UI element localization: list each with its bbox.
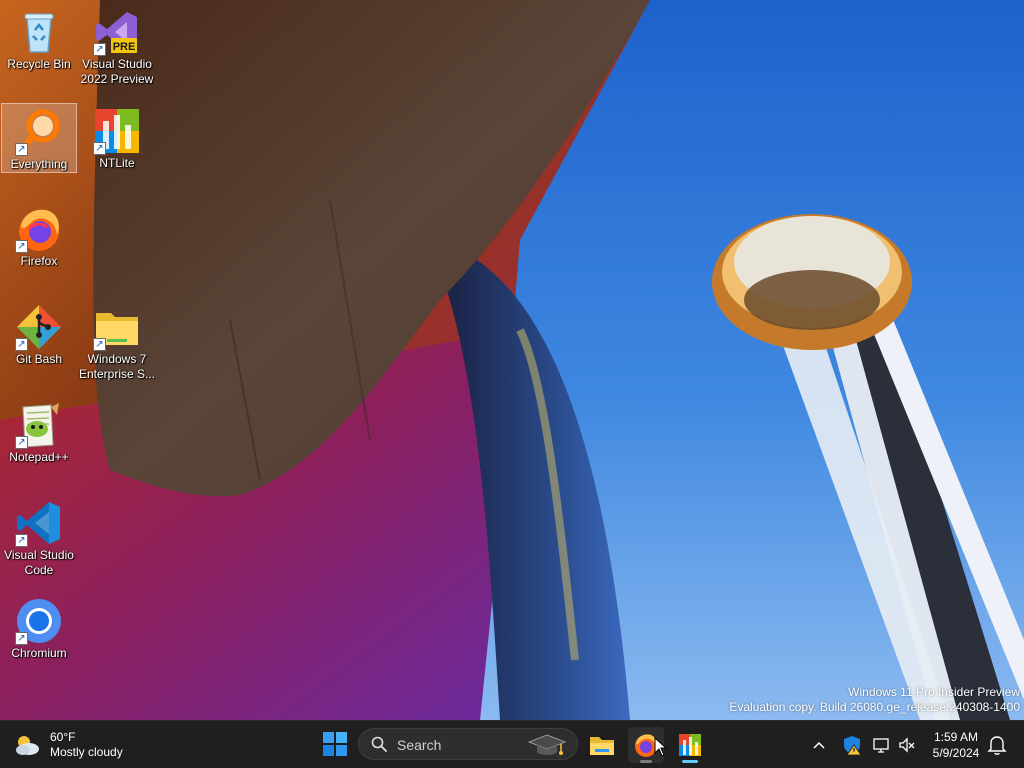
watermark-line1: Windows 11 Pro Insider Preview (848, 685, 1020, 699)
desktop-icon-firefox[interactable]: ↗ Firefox (1, 201, 77, 271)
graduation-cap-icon (527, 734, 567, 755)
visual-studio-icon: PRE ↗ (93, 8, 141, 56)
desktop-icon-chromium[interactable]: ↗ Chromium (1, 593, 77, 663)
shortcut-arrow-icon: ↗ (15, 240, 28, 253)
running-indicator (640, 760, 652, 763)
icon-label: Git Bash (15, 352, 63, 366)
desktop-icon-everything[interactable]: ↗ Everything (1, 103, 77, 173)
desktop-icon-recycle-bin[interactable]: Recycle Bin (1, 4, 77, 74)
desktop-icon-visual-studio-code[interactable]: ↗ Visual Studio Code (1, 495, 77, 581)
icon-label-line2: 2022 Preview (80, 72, 154, 86)
notifications-button[interactable] (986, 733, 1008, 757)
show-hidden-icons-button[interactable] (806, 733, 832, 757)
icon-label-line2: Enterprise S... (78, 367, 156, 381)
taskbar-clock[interactable]: 1:59 AM 5/9/2024 (926, 729, 986, 761)
desktop-icon-ntlite[interactable]: ↗ NTLite (79, 103, 155, 173)
icon-label: Chromium (11, 646, 67, 660)
shortcut-arrow-icon: ↗ (15, 534, 28, 547)
notification-bell-icon (987, 736, 1007, 755)
speaker-muted-icon (899, 737, 915, 753)
icon-label: Everything (10, 157, 68, 171)
network-volume-tray-button[interactable] (870, 733, 920, 757)
taskbar-search-box[interactable]: Search (358, 728, 578, 760)
ntlite-icon (679, 734, 701, 756)
search-placeholder: Search (397, 737, 442, 753)
everything-search-icon: ↗ (15, 108, 63, 156)
clock-time: 1:59 AM (933, 730, 979, 744)
icon-label: Firefox (20, 254, 58, 268)
file-explorer-icon (590, 737, 614, 755)
security-shield-warning-icon (844, 736, 862, 756)
cloudy-weather-icon (16, 736, 39, 755)
icon-label: NTLite (99, 156, 135, 170)
icon-label-line1: Visual Studio (82, 57, 152, 71)
icon-label-line2: Code (24, 563, 54, 577)
shortcut-arrow-icon: ↗ (93, 338, 106, 351)
icon-label: Notepad++ (9, 450, 69, 464)
network-monitor-icon (873, 738, 889, 753)
ntlite-icon: ↗ (93, 107, 141, 155)
icon-label: Recycle Bin (7, 57, 71, 71)
windows-logo-icon (323, 732, 347, 756)
notepad-plus-plus-icon: ↗ (15, 401, 63, 449)
shortcut-arrow-icon: ↗ (15, 338, 28, 351)
clock-date: 5/9/2024 (932, 746, 980, 760)
running-indicator (682, 760, 698, 763)
icon-label-line1: Visual Studio (4, 548, 74, 562)
desktop[interactable]: Recycle Bin PRE ↗ Visual Studio 2022 Pre… (0, 0, 1024, 720)
recycle-bin-icon (15, 8, 63, 56)
weather-condition: Mostly cloudy (50, 745, 123, 759)
shortcut-arrow-icon: ↗ (15, 436, 28, 449)
taskbar-app-file-explorer[interactable] (584, 727, 620, 763)
search-icon (371, 736, 387, 752)
start-button[interactable] (318, 727, 352, 761)
evaluation-watermark: Windows 11 Pro Insider Preview Evaluatio… (729, 685, 1020, 715)
folder-icon: ↗ (93, 303, 141, 351)
firefox-icon: ↗ (15, 205, 63, 253)
weather-widget[interactable]: 60°F Mostly cloudy (12, 727, 142, 763)
pre-badge: PRE (113, 41, 136, 53)
desktop-icon-git-bash[interactable]: ↗ Git Bash (1, 299, 77, 369)
desktop-icon-windows-7-enterprise[interactable]: ↗ Windows 7 Enterprise S... (79, 299, 155, 385)
chromium-icon: ↗ (15, 597, 63, 645)
taskbar-app-ntlite[interactable] (672, 727, 708, 763)
windows-security-tray-button[interactable] (840, 733, 864, 757)
watermark-line2: Evaluation copy. Build 26080.ge_release.… (729, 700, 1020, 714)
shortcut-arrow-icon: ↗ (15, 632, 28, 645)
shortcut-arrow-icon: ↗ (93, 142, 106, 155)
icon-label-line1: Windows 7 (87, 352, 147, 366)
desktop-icon-visual-studio-2022-preview[interactable]: PRE ↗ Visual Studio 2022 Preview (79, 4, 155, 90)
weather-temperature: 60°F (50, 730, 76, 744)
mouse-cursor-icon (654, 737, 668, 757)
vscode-icon: ↗ (15, 499, 63, 547)
shortcut-arrow-icon: ↗ (93, 43, 106, 56)
shortcut-arrow-icon: ↗ (15, 143, 28, 156)
desktop-icon-notepad-plus-plus[interactable]: ↗ Notepad++ (1, 397, 77, 467)
taskbar: 60°F Mostly cloudy Search 1:59 AM 5/9/20… (0, 720, 1024, 768)
chevron-up-icon (813, 741, 825, 749)
git-bash-icon: ↗ (15, 303, 63, 351)
